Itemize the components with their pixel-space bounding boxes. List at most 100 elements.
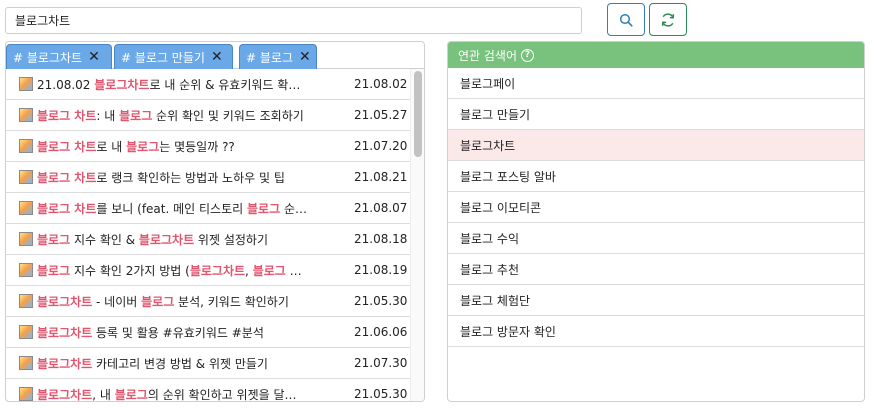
result-title[interactable]: 블로그차트 등록 및 활용 #유효키워드 #분석 [37,324,307,341]
highlighted-keyword: 블로그차트 [94,77,150,92]
highlighted-keyword: 블로그차트 [37,325,93,340]
highlighted-keyword: 블로그 [119,108,153,123]
title-text: , [245,263,253,278]
related-keyword-item[interactable]: 블로그 만들기 [448,99,864,130]
search-icon [619,13,633,27]
search-input-value: 블로그차트 [15,14,71,28]
title-text: 의 순위 확인하고 위젯을 달아보자 [147,387,307,402]
title-text: 로 내 순위 & 유효키워드 확인하기 [149,77,307,92]
result-title[interactable]: 21.08.02 블로그차트로 내 순위 & 유효키워드 확인하기 [37,76,307,93]
close-icon[interactable]: ✕ [299,50,311,64]
result-title[interactable]: 블로그 차트로 랭크 확인하는 방법과 노하우 및 팁 [37,169,307,186]
related-keywords-list: 블로그페이 블로그 만들기 블로그차트 블로그 포스팅 알바 블로그 이모티콘 블로그 수… [448,68,864,347]
highlighted-keyword: 블로그 [37,232,71,247]
result-date: 21.08.21 [354,170,408,184]
highlighted-keyword: 블로그 [126,139,160,154]
result-row[interactable]: 블로그차트 등록 및 활용 #유효키워드 #분석 21.06.06 [6,317,410,348]
tab-blog[interactable]: # 블로그 ✕ [239,44,317,69]
highlighted-keyword: 블로그 [114,387,148,402]
document-icon [19,232,33,246]
keyword-tabs: # 블로그차트 ✕ # 블로그 만들기 ✕ # 블로그 ✕ [6,42,424,69]
result-row[interactable]: 21.08.02 블로그차트로 내 순위 & 유효키워드 확인하기 21.08.0… [6,69,410,100]
result-title[interactable]: 블로그 차트를 보니 (feat. 메인 티스토리 블로그 순위) [37,200,307,217]
refresh-icon [661,12,675,27]
result-row[interactable]: 블로그차트 카테고리 변경 방법 & 위젯 만들기 21.07.30 [6,348,410,379]
title-text: 지수 확인 & [70,232,139,247]
related-keyword-item[interactable]: 블로그 체험단 [448,285,864,316]
title-text: 지수) [289,263,307,278]
tab-blogchart[interactable]: # 블로그차트 ✕ [6,44,112,69]
result-title[interactable]: 블로그차트 카테고리 변경 방법 & 위젯 만들기 [37,355,307,372]
title-text: , 내 [92,387,115,402]
tab-label: # 블로그 만들기 [121,50,205,65]
scrollbar-thumb[interactable] [414,71,422,157]
result-row[interactable]: 블로그차트, 내 블로그의 순위 확인하고 위젯을 달아보자 21.05.30 [6,379,410,402]
tab-blog-make[interactable]: # 블로그 만들기 ✕ [114,44,233,69]
title-text: 는 몇등일까 ?? [159,139,235,154]
result-row[interactable]: 블로그 차트로 내 블로그는 몇등일까 ?? 21.07.20 [6,131,410,162]
document-icon [19,263,33,277]
title-text: 위젯 설정하기 [194,232,268,247]
highlighted-keyword: 블로그 차트 [37,139,97,154]
result-date: 21.05.27 [354,108,408,122]
result-date: 21.08.07 [354,201,408,215]
help-icon[interactable]: ? [521,48,535,62]
highlighted-keyword: 블로그 [141,294,175,309]
title-text: 로 내 [96,139,127,154]
related-keyword-item[interactable]: 블로그 포스팅 알바 [448,161,864,192]
close-icon[interactable]: ✕ [88,50,100,64]
document-icon [19,325,33,339]
tab-label: # 블로그차트 [13,50,83,65]
results-panel: # 블로그차트 ✕ # 블로그 만들기 ✕ # 블로그 ✕ 21.08.02 블… [5,41,425,402]
result-row[interactable]: 블로그 지수 확인 2가지 방법 (블로그차트, 블로그 지수) 21.08.19 [6,255,410,286]
highlighted-keyword: 블로그차트 [37,294,93,309]
result-title[interactable]: 블로그 지수 확인 & 블로그차트 위젯 설정하기 [37,231,307,248]
highlighted-keyword: 블로그 [252,263,286,278]
refresh-button[interactable] [649,3,687,36]
result-row[interactable]: 블로그 차트: 내 블로그 순위 확인 및 키워드 조회하기 21.05.27 [6,100,410,131]
result-row[interactable]: 블로그 차트로 랭크 확인하는 방법과 노하우 및 팁 21.08.21 [6,162,410,193]
document-icon [19,108,33,122]
highlighted-keyword: 블로그 차트 [37,170,97,185]
title-text: 21.08.02 [37,77,95,92]
related-keyword-item[interactable]: 블로그 추천 [448,254,864,285]
result-date: 21.05.30 [354,387,408,401]
result-row[interactable]: 블로그차트 - 네이버 블로그 분석, 키워드 확인하기 21.05.30 [6,286,410,317]
highlighted-keyword: 블로그차트 [37,356,93,371]
result-date: 21.08.19 [354,263,408,277]
related-keyword-item[interactable]: 블로그차트 [448,130,864,161]
title-text: 순위) [283,201,307,216]
result-title[interactable]: 블로그 차트: 내 블로그 순위 확인 및 키워드 조회하기 [37,107,307,124]
highlighted-keyword: 블로그 차트 [37,108,97,123]
highlighted-keyword: 블로그 차트 [37,201,97,216]
related-keyword-item[interactable]: 블로그 수익 [448,223,864,254]
results-list: 21.08.02 블로그차트로 내 순위 & 유효키워드 확인하기 21.08.0… [6,69,410,402]
highlighted-keyword: 블로그차트 [189,263,246,278]
close-icon[interactable]: ✕ [211,50,223,64]
related-keywords-header: 연관 검색어 ? [448,42,864,68]
related-keywords-title: 연관 검색어 [458,48,518,63]
result-row[interactable]: 블로그 지수 확인 & 블로그차트 위젯 설정하기 21.08.18 [6,224,410,255]
document-icon [19,77,33,91]
result-row[interactable]: 블로그 차트를 보니 (feat. 메인 티스토리 블로그 순위) 21.08.0… [6,193,410,224]
result-title[interactable]: 블로그 차트로 내 블로그는 몇등일까 ?? [37,138,307,155]
result-title[interactable]: 블로그차트 - 네이버 블로그 분석, 키워드 확인하기 [37,293,307,310]
title-text: 순위 확인 및 키워드 조회하기 [152,108,304,123]
search-button[interactable] [607,3,645,36]
document-icon [19,201,33,215]
related-keyword-item[interactable]: 블로그페이 [448,68,864,99]
result-title[interactable]: 블로그차트, 내 블로그의 순위 확인하고 위젯을 달아보자 [37,386,307,402]
title-text: 지수 확인 2가지 방법 ( [70,263,190,278]
result-date: 21.08.18 [354,232,408,246]
search-input[interactable]: 블로그차트 [5,7,582,34]
result-date: 21.06.06 [354,325,408,339]
related-keyword-item[interactable]: 블로그 이모티콘 [448,192,864,223]
highlighted-keyword: 블로그차트 [37,387,93,402]
highlighted-keyword: 블로그 [37,263,71,278]
highlighted-keyword: 블로그차트 [138,232,195,247]
result-title[interactable]: 블로그 지수 확인 2가지 방법 (블로그차트, 블로그 지수) [37,262,307,279]
highlighted-keyword: 블로그 [247,201,281,216]
related-keyword-item[interactable]: 블로그 방문자 확인 [448,316,864,347]
scrollbar[interactable] [410,69,424,401]
document-icon [19,356,33,370]
